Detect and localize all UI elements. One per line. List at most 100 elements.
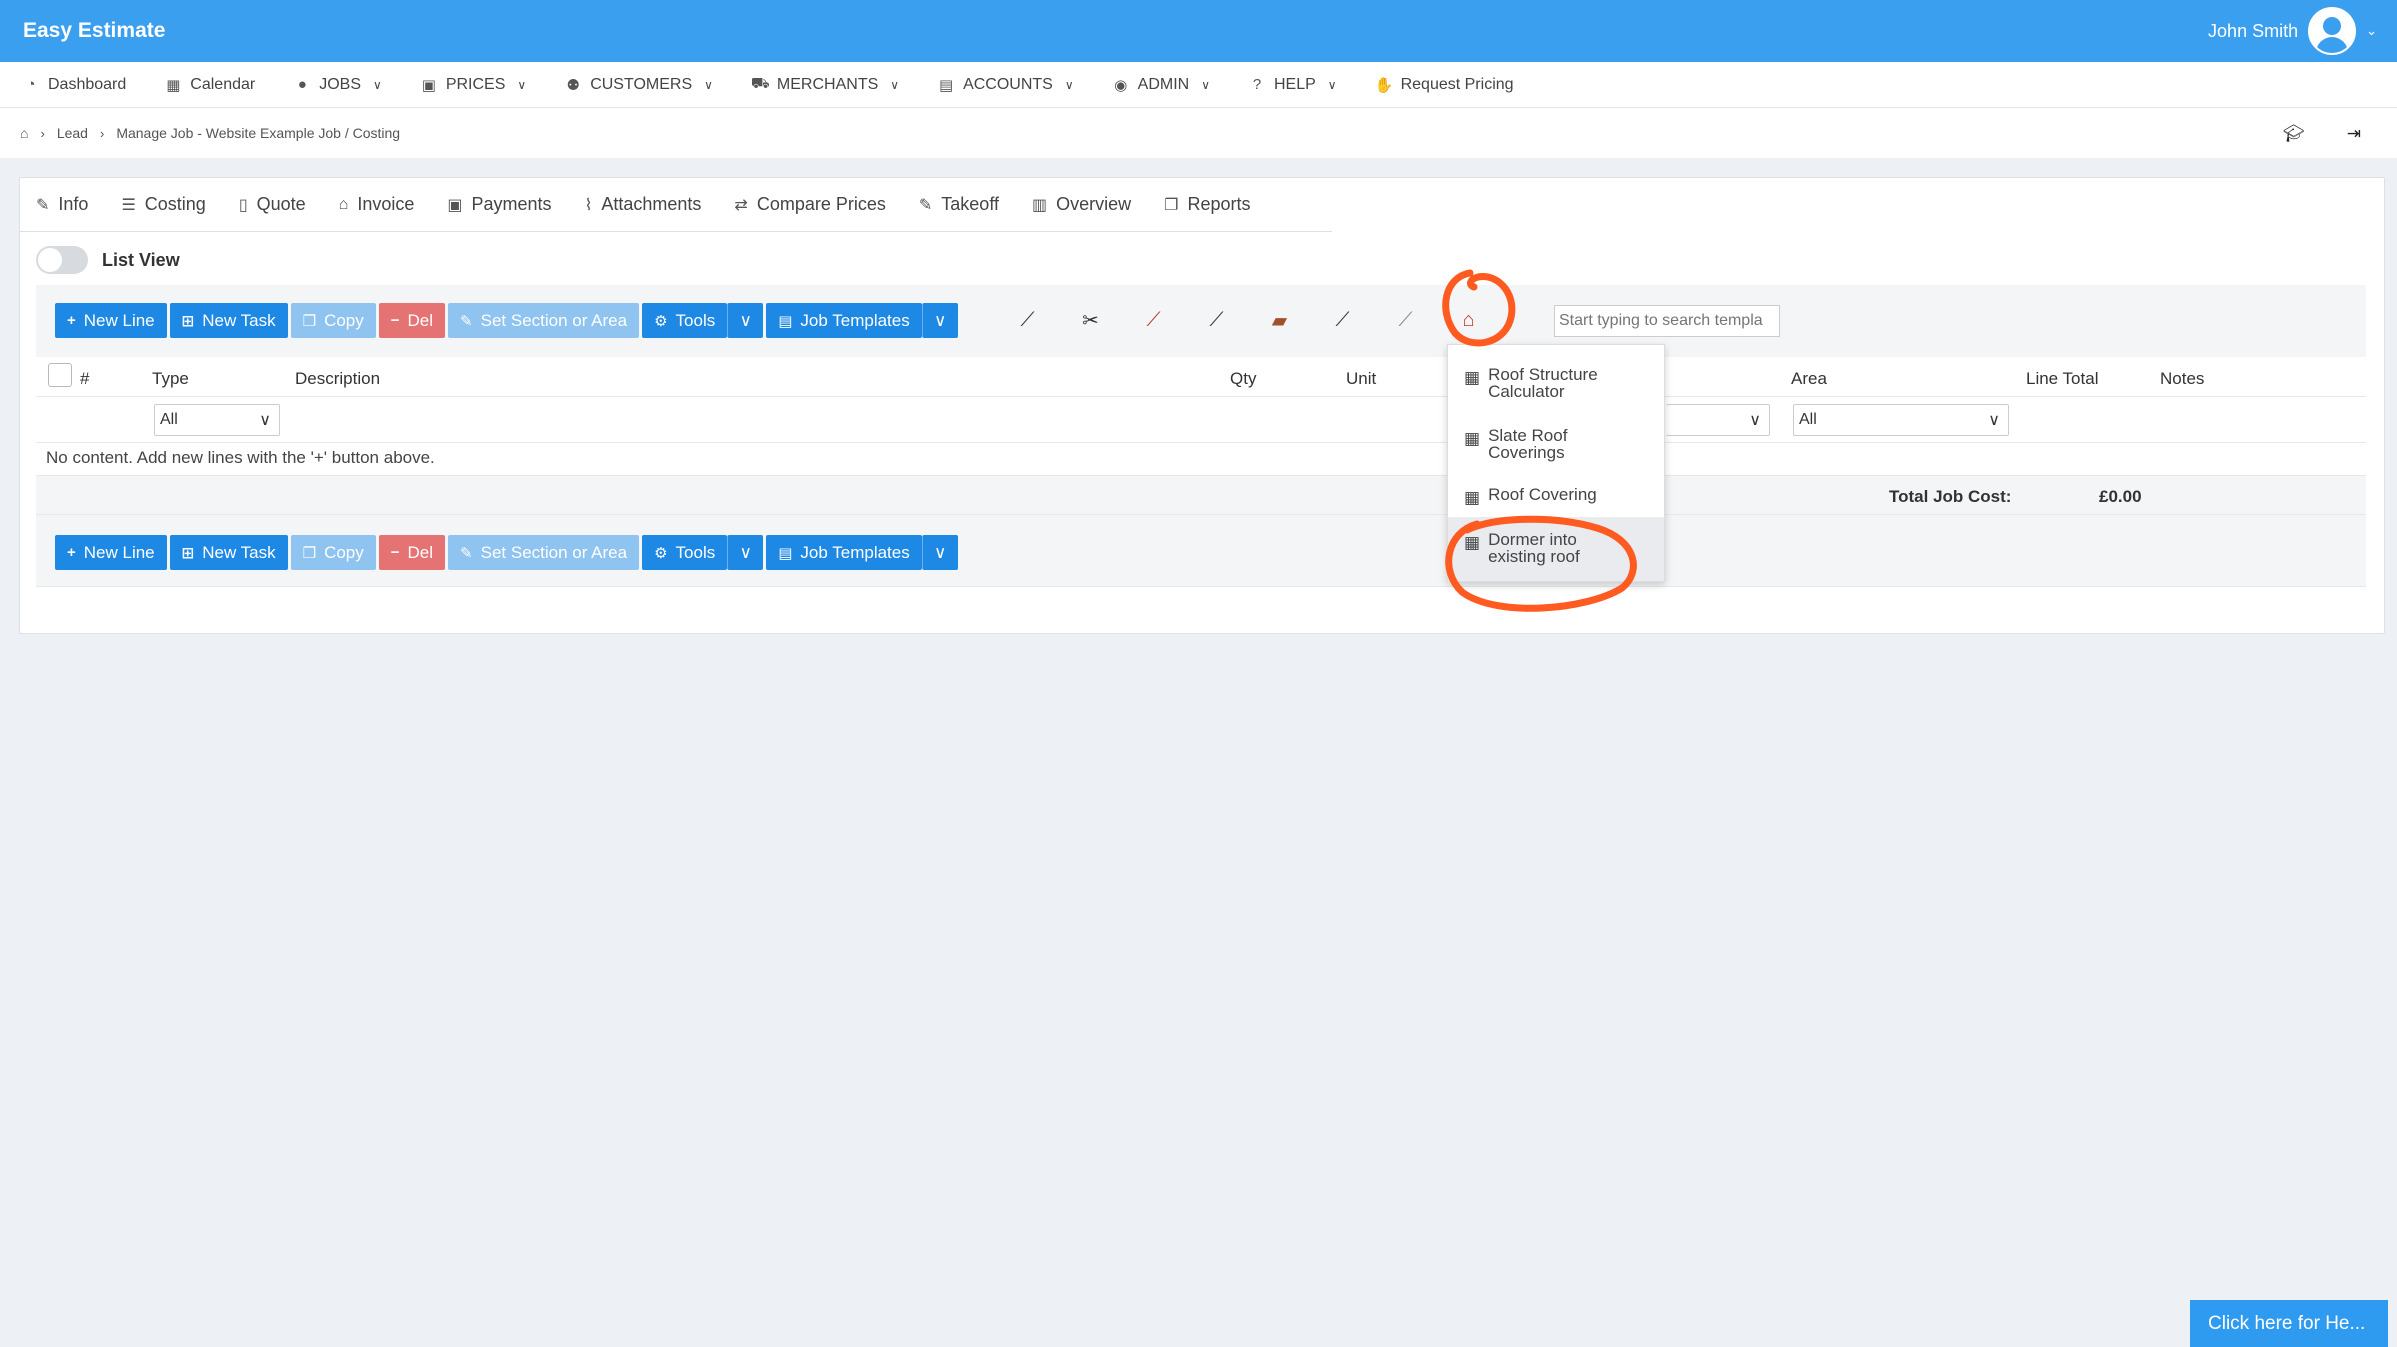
- tools-button[interactable]: ⚙ Tools: [642, 303, 728, 338]
- user-menu[interactable]: John Smith ⌄: [2208, 7, 2377, 55]
- copy-button[interactable]: ❐ Copy: [290, 535, 376, 570]
- dropdown-item-roof-structure[interactable]: ▦ Roof Structure Calculator: [1448, 366, 1664, 406]
- chevron-down-icon: ∨: [373, 77, 382, 92]
- dropdown-item-label: Dormer into existing roof: [1488, 530, 1580, 566]
- pliers-icon[interactable]: ✂: [1059, 308, 1122, 333]
- nav-prices[interactable]: ▣ PRICES ∨: [420, 76, 526, 94]
- document-icon: ▯: [238, 196, 248, 214]
- new-line-button[interactable]: + New Line: [55, 535, 167, 570]
- nav-help[interactable]: ? HELP ∨: [1248, 76, 1337, 94]
- dropdown-item-dormer[interactable]: ▦ Dormer into existing roof: [1448, 517, 1664, 581]
- tab-costing[interactable]: ☰ Costing: [121, 194, 205, 215]
- app-title[interactable]: Easy Estimate: [23, 19, 165, 43]
- chevron-down-icon: ∨: [1327, 77, 1337, 92]
- calculator-icon: ▦: [1464, 488, 1481, 507]
- button-label: Job Templates: [800, 310, 910, 330]
- user-name[interactable]: John Smith: [2208, 21, 2298, 42]
- tab-takeoff[interactable]: ✎ Takeoff: [919, 194, 999, 215]
- document-icon: ▤: [778, 312, 793, 330]
- template-search-input[interactable]: [1554, 305, 1780, 337]
- graduation-cap-icon[interactable]: 🎓︎: [2283, 124, 2305, 144]
- breadcrumb: ⌂ › Lead › Manage Job - Website Example …: [0, 108, 2397, 158]
- nav-request-pricing[interactable]: ✋ Request Pricing: [1375, 76, 1514, 94]
- delete-button[interactable]: − Del: [378, 535, 446, 570]
- breadcrumb-lead[interactable]: Lead: [57, 125, 88, 141]
- chevron-down-icon: ∨: [704, 77, 713, 92]
- edit-icon: ✎: [36, 196, 50, 214]
- chevron-down-icon: ∨: [934, 542, 947, 562]
- user-circle-icon: ◉: [1114, 76, 1128, 94]
- tab-attachments[interactable]: ⌇ Attachments: [585, 194, 702, 215]
- set-section-button[interactable]: ✎ Set Section or Area: [448, 535, 640, 570]
- calendar-icon: ▦: [166, 76, 181, 94]
- list-view-toggle[interactable]: [36, 246, 88, 274]
- brush-icon[interactable]: ⟋: [1311, 309, 1374, 332]
- delete-button[interactable]: − Del: [378, 303, 446, 338]
- nav-merchants[interactable]: ⛟ MERCHANTS ∨: [751, 75, 899, 94]
- col-type[interactable]: Type: [152, 369, 189, 389]
- tools-dropdown-toggle[interactable]: ∨: [727, 303, 764, 338]
- nav-label: Calendar: [190, 75, 256, 93]
- wrench-icon[interactable]: ⟋: [1374, 309, 1437, 332]
- select-all-checkbox[interactable]: [48, 363, 72, 387]
- set-section-button[interactable]: ✎ Set Section or Area: [448, 303, 640, 338]
- nav-admin[interactable]: ◉ ADMIN ∨: [1112, 76, 1210, 94]
- help-button[interactable]: Click here for He...: [2190, 1300, 2388, 1347]
- job-templates-dropdown-toggle[interactable]: ∨: [921, 303, 958, 338]
- col-line-total[interactable]: Line Total: [2026, 369, 2098, 389]
- job-templates-button[interactable]: ▤ Job Templates: [766, 303, 922, 338]
- trowel-icon[interactable]: ⟋: [996, 309, 1059, 332]
- tab-reports[interactable]: ❐ Reports: [1164, 194, 1250, 215]
- job-templates-button[interactable]: ▤ Job Templates: [766, 535, 922, 570]
- type-filter-select[interactable]: All ∨: [154, 404, 280, 436]
- tab-payments[interactable]: ▣ Payments: [447, 194, 551, 215]
- col-notes[interactable]: Notes: [2160, 369, 2204, 389]
- dropdown-item-roof-covering[interactable]: ▦ Roof Covering: [1448, 486, 1664, 510]
- roof-templates-dropdown: ▦ Roof Structure Calculator ▦ Slate Roof C…: [1447, 344, 1665, 582]
- nav-calendar[interactable]: ▦ Calendar: [164, 76, 255, 94]
- plus-icon: +: [67, 312, 76, 329]
- new-task-button[interactable]: ⊞ New Task: [169, 303, 288, 338]
- roof-icon[interactable]: ⌂: [1437, 309, 1500, 332]
- tab-info[interactable]: ✎ Info: [36, 194, 88, 215]
- nav-label: ADMIN: [1137, 75, 1190, 93]
- nav-customers[interactable]: ⚉ CUSTOMERS ∨: [564, 76, 713, 94]
- col-qty[interactable]: Qty: [1230, 369, 1256, 389]
- button-label: New Task: [202, 542, 276, 562]
- edit-icon: ✎: [460, 312, 473, 330]
- paintbrush-icon[interactable]: ⟋: [1185, 309, 1248, 332]
- tab-overview[interactable]: ▥ Overview: [1032, 194, 1131, 215]
- sign-out-icon[interactable]: ⇥: [2347, 124, 2361, 144]
- button-label: Tools: [675, 542, 716, 562]
- nav-jobs[interactable]: ● JOBS ∨: [293, 76, 382, 94]
- button-label: New Line: [83, 310, 155, 330]
- copy-button[interactable]: ❐ Copy: [290, 303, 376, 338]
- tab-label: Info: [58, 194, 89, 214]
- new-task-button[interactable]: ⊞ New Task: [169, 535, 288, 570]
- screwdriver-icon[interactable]: ⟋: [1122, 309, 1185, 332]
- tab-invoice[interactable]: ⌂ Invoice: [339, 194, 415, 215]
- nav-dashboard[interactable]: ◔ Dashboard: [22, 76, 126, 94]
- nav-label: MERCHANTS: [776, 75, 879, 93]
- new-line-button[interactable]: + New Line: [55, 303, 167, 338]
- tab-compare-prices[interactable]: ⇄ Compare Prices: [734, 194, 885, 215]
- section-filter-select[interactable]: ∨: [1666, 404, 1770, 436]
- tools-dropdown-toggle[interactable]: ∨: [727, 535, 764, 570]
- empty-message: No content. Add new lines with the '+' b…: [46, 448, 435, 467]
- job-tabs: ✎ Info ☰ Costing ▯ Quote ⌂ Invoice ▣ Payments…: [20, 178, 1332, 232]
- area-filter-select[interactable]: All ∨: [1793, 404, 2009, 436]
- plank-icon[interactable]: ▰: [1248, 308, 1311, 333]
- col-description[interactable]: Description: [295, 369, 380, 389]
- tools-button[interactable]: ⚙ Tools: [642, 535, 728, 570]
- nav-accounts[interactable]: ▤ ACCOUNTS ∨: [937, 76, 1074, 94]
- home-icon[interactable]: ⌂: [20, 125, 28, 141]
- chevron-down-icon[interactable]: ⌄: [2366, 23, 2377, 39]
- job-templates-dropdown-toggle[interactable]: ∨: [921, 535, 958, 570]
- nav-label: ACCOUNTS: [963, 75, 1053, 93]
- col-area[interactable]: Area: [1791, 369, 1827, 389]
- button-label: Job Templates: [800, 542, 910, 562]
- tab-quote[interactable]: ▯ Quote: [239, 194, 306, 215]
- dropdown-item-slate-roof[interactable]: ▦ Slate Roof Coverings: [1448, 427, 1664, 467]
- col-unit[interactable]: Unit: [1346, 369, 1376, 389]
- avatar[interactable]: [2308, 7, 2357, 55]
